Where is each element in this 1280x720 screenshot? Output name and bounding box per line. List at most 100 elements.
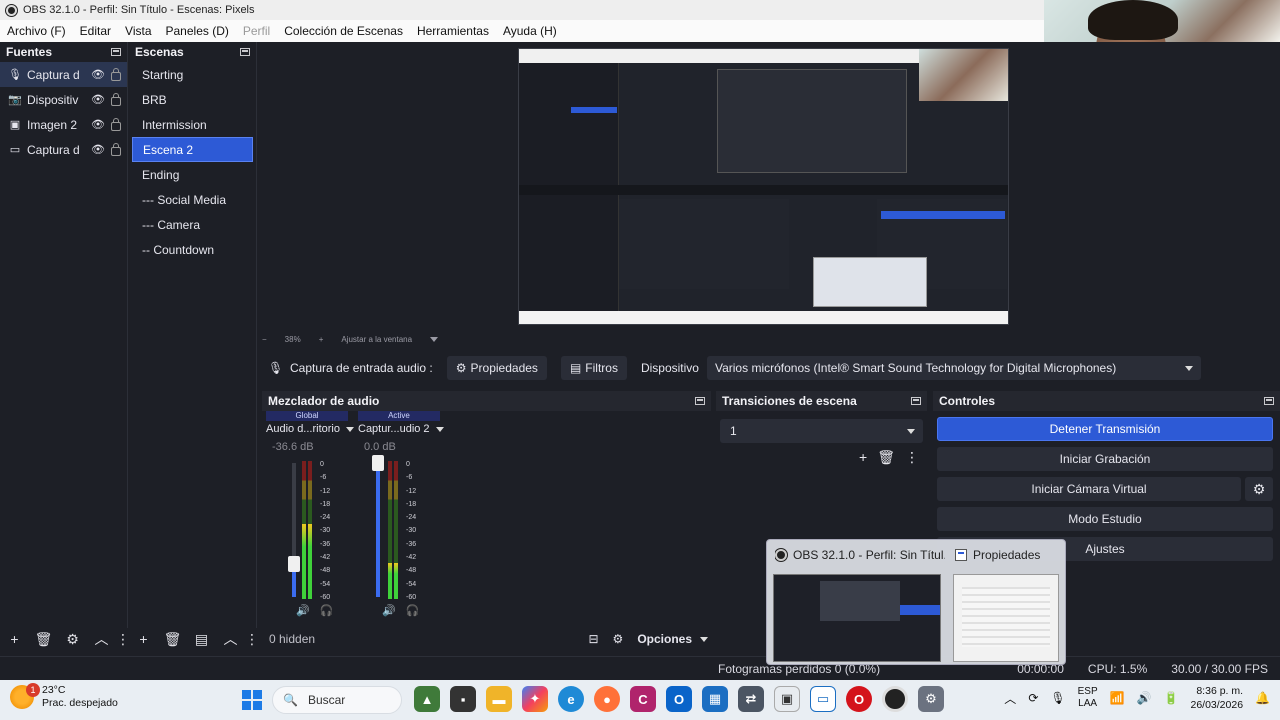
window-app-icon[interactable]: ▭: [810, 686, 836, 712]
volume-slider[interactable]: [372, 455, 384, 597]
thumbnail-properties-preview[interactable]: [953, 574, 1059, 662]
chevron-up-icon[interactable]: ︿: [216, 629, 245, 649]
thumbnail-obs-preview[interactable]: [773, 574, 941, 662]
settings-gear-icon[interactable]: ⚙: [918, 686, 944, 712]
eye-icon[interactable]: 👁: [91, 118, 105, 131]
lock-icon[interactable]: [111, 68, 121, 81]
scene-item[interactable]: --- Social Media: [132, 187, 253, 212]
volume-icon[interactable]: 🔊: [1137, 691, 1152, 705]
stop-streaming-button[interactable]: Detener Transmisión: [937, 417, 1273, 441]
source-item[interactable]: 📷 Dispositiv 👁: [0, 87, 127, 112]
chevron-up-icon[interactable]: ︿: [87, 629, 116, 649]
menu-perfil[interactable]: Perfil: [236, 24, 277, 38]
zoom-out-icon[interactable]: −: [262, 335, 267, 344]
headphones-icon[interactable]: 🎧: [320, 604, 334, 617]
volume-slider-knob[interactable]: [288, 555, 300, 572]
options-button[interactable]: Opciones: [637, 632, 708, 646]
add-icon[interactable]: +: [0, 631, 29, 647]
speaker-icon[interactable]: 🔊: [382, 604, 396, 617]
gear-icon[interactable]: ⚙: [58, 631, 87, 648]
scene-item-selected[interactable]: Escena 2: [132, 137, 253, 162]
menu-herramientas[interactable]: Herramientas: [410, 24, 496, 38]
thumbnail-obs[interactable]: OBS 32.1.0 - Perfil: Sin Títul...: [775, 548, 945, 562]
lock-icon[interactable]: [111, 118, 121, 131]
virtual-camera-settings-gear-icon[interactable]: ⚙: [1245, 477, 1273, 501]
undock-icon[interactable]: [240, 48, 250, 56]
advanced-audio-icon[interactable]: ⚙: [613, 632, 624, 646]
program-preview[interactable]: [518, 48, 1009, 325]
more-icon[interactable]: ⋮: [116, 631, 130, 648]
store-icon[interactable]: ▦: [702, 686, 728, 712]
start-virtual-camera-button[interactable]: Iniciar Cámara Virtual: [937, 477, 1241, 501]
outlook-icon[interactable]: O: [666, 686, 692, 712]
menu-ayuda[interactable]: Ayuda (H): [496, 24, 564, 38]
scene-item[interactable]: Starting: [132, 62, 253, 87]
properties-button[interactable]: ⚙ Propiedades: [446, 356, 547, 380]
eye-icon[interactable]: 👁: [91, 143, 105, 156]
scene-item[interactable]: --- Camera: [132, 212, 253, 237]
trash-icon[interactable]: 🗑: [877, 449, 895, 466]
scene-item[interactable]: Ending: [132, 162, 253, 187]
obs-taskbar-icon[interactable]: [882, 686, 908, 712]
battery-icon[interactable]: 🔋: [1164, 691, 1179, 705]
thumbnail-properties[interactable]: Propiedades: [955, 548, 1055, 562]
volume-slider[interactable]: [288, 463, 300, 597]
weather-widget[interactable]: 1 23°C Prac. despejado: [10, 683, 118, 710]
add-icon[interactable]: +: [129, 631, 158, 647]
copilot-icon[interactable]: ✦: [522, 686, 548, 712]
edge-icon[interactable]: e: [558, 686, 584, 712]
opera-icon[interactable]: O: [846, 686, 872, 712]
filter-icon[interactable]: ▤: [187, 631, 216, 648]
more-icon[interactable]: ⋮: [905, 449, 919, 466]
chevron-up-icon[interactable]: ︿: [1004, 690, 1016, 707]
speaker-icon[interactable]: 🔊: [296, 604, 310, 617]
zoom-in-icon[interactable]: +: [319, 335, 324, 344]
eye-icon[interactable]: 👁: [91, 93, 105, 106]
chevron-down-icon[interactable]: [435, 426, 444, 432]
layout-toggle-icon[interactable]: ⊟: [588, 632, 598, 646]
headphones-icon[interactable]: 🎧: [406, 604, 420, 617]
menu-paneles[interactable]: Paneles (D): [159, 24, 236, 38]
windows-start-icon[interactable]: [242, 690, 262, 710]
network-app-icon[interactable]: ⇄: [738, 686, 764, 712]
scene-item[interactable]: BRB: [132, 87, 253, 112]
lock-icon[interactable]: [111, 93, 121, 106]
clock[interactable]: 8:36 p. m. 26/03/2026: [1190, 684, 1243, 712]
volume-slider-knob[interactable]: [372, 455, 384, 471]
menu-vista[interactable]: Vista: [118, 24, 158, 38]
trash-icon[interactable]: 🗑: [158, 631, 187, 648]
more-icon[interactable]: ⋮: [245, 631, 259, 648]
photos-icon[interactable]: ▣: [774, 686, 800, 712]
landscape-app-icon[interactable]: ▲: [414, 686, 440, 712]
chevron-down-icon[interactable]: [345, 426, 354, 432]
undock-icon[interactable]: [111, 48, 121, 56]
sync-icon[interactable]: ⟳: [1028, 691, 1038, 705]
studio-mode-button[interactable]: Modo Estudio: [937, 507, 1273, 531]
notifications-icon[interactable]: 🔔: [1255, 691, 1270, 705]
undock-icon[interactable]: [1264, 397, 1274, 405]
menu-archivo[interactable]: Archivo (F): [0, 24, 73, 38]
source-item[interactable]: ▭ Captura d 👁: [0, 137, 127, 162]
fit-window-button[interactable]: Ajustar a la ventana: [341, 335, 412, 344]
device-select[interactable]: Varios micrófonos (Intel® Smart Sound Te…: [706, 356, 1201, 380]
lock-icon[interactable]: [111, 143, 121, 156]
undock-icon[interactable]: [695, 397, 705, 405]
scene-item[interactable]: -- Countdown: [132, 237, 253, 262]
filters-button[interactable]: ▤ Filtros: [560, 356, 627, 380]
source-item[interactable]: ▣ Imagen 2 👁: [0, 112, 127, 137]
eye-icon[interactable]: 👁: [91, 68, 105, 81]
menu-coleccion-escenas[interactable]: Colección de Escenas: [277, 24, 410, 38]
firefox-icon[interactable]: ●: [594, 686, 620, 712]
microphone-icon[interactable]: 🎙: [1050, 691, 1065, 705]
task-view-icon[interactable]: ▪: [450, 686, 476, 712]
wifi-icon[interactable]: 📶: [1110, 691, 1125, 705]
scene-item[interactable]: Intermission: [132, 112, 253, 137]
language-indicator[interactable]: ESP LAA: [1078, 686, 1098, 710]
file-explorer-icon[interactable]: ▬: [486, 686, 512, 712]
menu-editar[interactable]: Editar: [73, 24, 118, 38]
undock-icon[interactable]: [911, 397, 921, 405]
taskbar-search[interactable]: 🔍 Buscar: [272, 686, 402, 714]
source-item[interactable]: 🎙 Captura d 👁: [0, 62, 127, 87]
start-recording-button[interactable]: Iniciar Grabación: [937, 447, 1273, 471]
add-icon[interactable]: +: [859, 449, 867, 466]
